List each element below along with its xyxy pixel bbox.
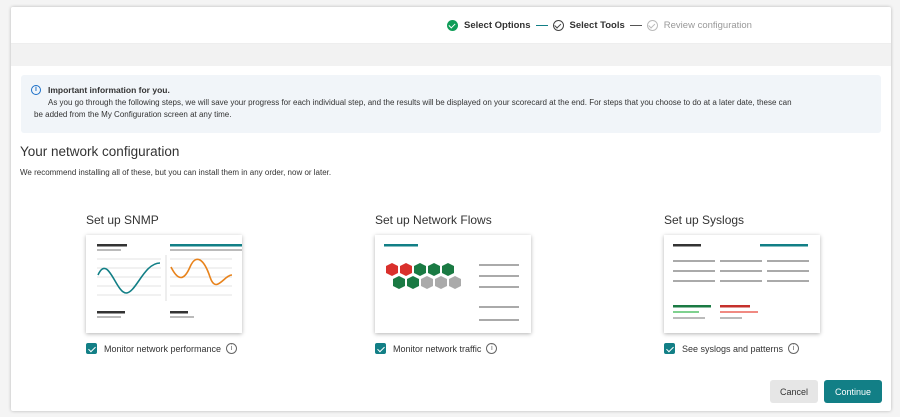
continue-button[interactable]: Continue [824, 380, 882, 403]
card-title: Set up Syslogs [664, 213, 745, 227]
cancel-button[interactable]: Cancel [770, 380, 818, 403]
section-title: Your network configuration [20, 144, 180, 159]
step-select-options[interactable]: Select Options [447, 20, 531, 31]
info-icon: i [31, 85, 41, 95]
checkbox-label: Monitor network traffic [393, 343, 482, 354]
network-flows-illustration [375, 235, 531, 333]
check-circle-icon [447, 20, 458, 31]
info-body-line-1: As you go through the following steps, w… [48, 98, 792, 107]
step-connector [629, 24, 642, 27]
checkbox-checked-icon[interactable] [375, 343, 386, 354]
hexagon-grid-icon [384, 244, 519, 321]
header-band [11, 44, 891, 66]
syslogs-illustration [664, 235, 820, 333]
card-syslogs: Set up Syslogs See syslogs and patterns … [664, 213, 864, 354]
check-circle-outline-icon [552, 20, 564, 31]
see-syslogs-option[interactable]: See syslogs and patterns i [664, 343, 864, 354]
snmp-illustration [86, 235, 242, 333]
step-label: Select Options [464, 20, 531, 31]
monitor-performance-option[interactable]: Monitor network performance i [86, 343, 286, 354]
card-snmp: Set up SNMP Monitor network performance … [86, 213, 286, 354]
info-icon[interactable]: i [226, 343, 238, 354]
step-connector [535, 24, 548, 27]
app-window: Select Options Select Tools Review confi… [11, 7, 891, 411]
info-icon[interactable]: i [788, 343, 800, 354]
checkbox-label: See syslogs and patterns [682, 343, 784, 354]
card-title: Set up SNMP [86, 213, 159, 227]
info-icon[interactable]: i [486, 343, 498, 354]
log-lines-icon [673, 244, 809, 319]
step-review-configuration[interactable]: Review configuration [646, 20, 752, 31]
checkbox-checked-icon[interactable] [664, 343, 675, 354]
step-select-tools[interactable]: Select Tools [552, 20, 625, 31]
step-label: Select Tools [569, 20, 625, 31]
card-network-flows: Set up Network Flows Monitor network tra… [375, 213, 575, 354]
monitor-traffic-option[interactable]: Monitor network traffic i [375, 343, 575, 354]
info-body-line-2: be added from the My Configuration scree… [34, 110, 232, 119]
performance-chart-icon [97, 244, 242, 318]
progress-stepper: Select Options Select Tools Review confi… [447, 20, 752, 31]
info-body: As you go through the following steps, w… [34, 97, 868, 121]
stepper-bar: Select Options Select Tools Review confi… [11, 7, 891, 44]
step-label: Review configuration [663, 20, 752, 31]
check-circle-outline-icon [646, 20, 658, 31]
checkbox-checked-icon[interactable] [86, 343, 97, 354]
info-title: Important information for you. [48, 85, 170, 95]
checkbox-label: Monitor network performance [104, 343, 222, 354]
info-banner: i Important information for you. As you … [21, 75, 881, 133]
section-subtitle: We recommend installing all of these, bu… [20, 168, 332, 177]
card-title: Set up Network Flows [375, 213, 492, 227]
